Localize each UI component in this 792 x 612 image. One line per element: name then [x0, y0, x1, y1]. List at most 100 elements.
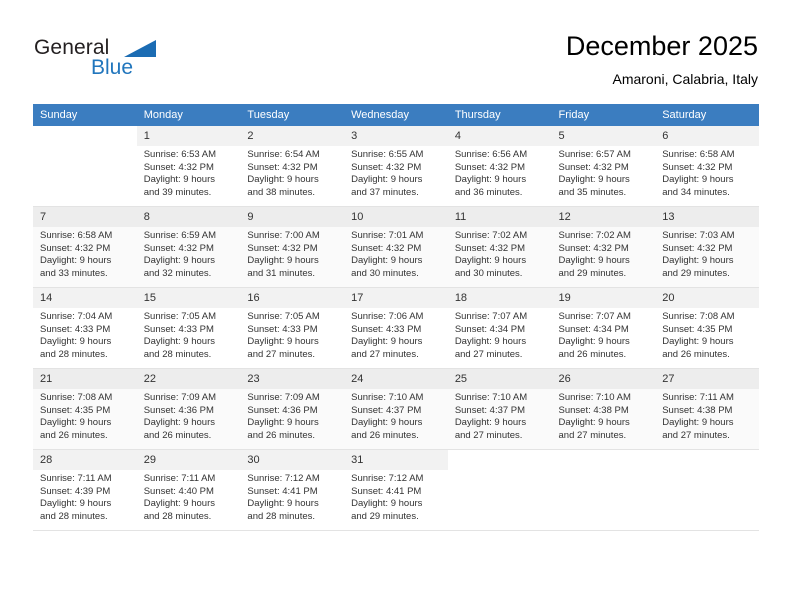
day-cell[interactable]: 9 Sunrise: 7:00 AM Sunset: 4:32 PM Dayli… — [240, 207, 345, 287]
day-cell[interactable]: 4 Sunrise: 6:56 AM Sunset: 4:32 PM Dayli… — [447, 126, 552, 206]
day-cell[interactable]: 15 Sunrise: 7:05 AM Sunset: 4:33 PM Dayl… — [136, 288, 241, 368]
day-info: Sunrise: 7:10 AM Sunset: 4:37 PM Dayligh… — [344, 389, 448, 442]
calendar-cell[interactable]: 13 Sunrise: 7:03 AM Sunset: 4:32 PM Dayl… — [655, 206, 759, 288]
day-number: 2 — [240, 126, 345, 146]
daylight-text-line1: Daylight: 9 hours — [247, 174, 319, 186]
sunrise-text: Sunrise: 7:05 AM — [247, 311, 320, 322]
calendar-cell[interactable]: 12 Sunrise: 7:02 AM Sunset: 4:32 PM Dayl… — [551, 206, 656, 288]
calendar-cell[interactable]: 11 Sunrise: 7:02 AM Sunset: 4:32 PM Dayl… — [447, 206, 552, 288]
day-cell[interactable] — [655, 450, 759, 530]
calendar-cell[interactable] — [447, 449, 552, 531]
day-cell[interactable]: 13 Sunrise: 7:03 AM Sunset: 4:32 PM Dayl… — [655, 207, 759, 287]
calendar-cell[interactable]: 23 Sunrise: 7:09 AM Sunset: 4:36 PM Dayl… — [240, 368, 345, 450]
day-cell[interactable]: 27 Sunrise: 7:11 AM Sunset: 4:38 PM Dayl… — [655, 369, 759, 449]
calendar-cell[interactable]: 3 Sunrise: 6:55 AM Sunset: 4:32 PM Dayli… — [344, 126, 448, 207]
calendar-cell[interactable]: 2 Sunrise: 6:54 AM Sunset: 4:32 PM Dayli… — [240, 126, 345, 207]
day-cell[interactable]: 10 Sunrise: 7:01 AM Sunset: 4:32 PM Dayl… — [344, 207, 448, 287]
brand-logo[interactable]: General Blue — [34, 36, 234, 86]
calendar-cell[interactable]: 14 Sunrise: 7:04 AM Sunset: 4:33 PM Dayl… — [33, 287, 137, 369]
calendar-cell[interactable]: 10 Sunrise: 7:01 AM Sunset: 4:32 PM Dayl… — [344, 206, 448, 288]
daylight-text-line2: and 30 minutes. — [454, 267, 523, 279]
calendar-cell[interactable]: 27 Sunrise: 7:11 AM Sunset: 4:38 PM Dayl… — [655, 368, 759, 450]
day-cell[interactable]: 16 Sunrise: 7:05 AM Sunset: 4:33 PM Dayl… — [240, 288, 345, 368]
day-cell[interactable] — [552, 450, 656, 530]
sunset-text: Sunset: 4:33 PM — [351, 323, 422, 335]
day-cell[interactable]: 5 Sunrise: 6:57 AM Sunset: 4:32 PM Dayli… — [551, 126, 656, 206]
calendar-cell[interactable]: 4 Sunrise: 6:56 AM Sunset: 4:32 PM Dayli… — [447, 126, 552, 207]
calendar-cell[interactable] — [33, 126, 137, 207]
sunset-text: Sunset: 4:38 PM — [558, 404, 629, 416]
day-cell[interactable]: 30 Sunrise: 7:12 AM Sunset: 4:41 PM Dayl… — [240, 450, 345, 530]
sunrise-text: Sunrise: 6:54 AM — [247, 149, 320, 160]
daylight-text-line2: and 36 minutes. — [454, 186, 523, 198]
calendar-cell[interactable]: 6 Sunrise: 6:58 AM Sunset: 4:32 PM Dayli… — [655, 126, 759, 207]
day-cell[interactable] — [33, 126, 137, 206]
calendar-cell[interactable]: 20 Sunrise: 7:08 AM Sunset: 4:35 PM Dayl… — [655, 287, 759, 369]
day-number: 8 — [136, 207, 241, 227]
calendar-cell[interactable]: 24 Sunrise: 7:10 AM Sunset: 4:37 PM Dayl… — [344, 368, 448, 450]
calendar-cell[interactable]: 8 Sunrise: 6:59 AM Sunset: 4:32 PM Dayli… — [136, 206, 241, 288]
page-title: December 2025 — [565, 31, 758, 61]
calendar-cell[interactable]: 19 Sunrise: 7:07 AM Sunset: 4:34 PM Dayl… — [551, 287, 656, 369]
sunrise-text: Sunrise: 7:02 AM — [454, 230, 528, 241]
sunset-text: Sunset: 4:32 PM — [662, 161, 733, 173]
sunrise-text: Sunrise: 7:09 AM — [143, 392, 217, 403]
sunrise-text: Sunrise: 7:12 AM — [247, 473, 320, 484]
sunrise-text: Sunrise: 6:56 AM — [454, 149, 528, 160]
daylight-text-line2: and 33 minutes. — [40, 267, 108, 279]
calendar-cell[interactable]: 31 Sunrise: 7:12 AM Sunset: 4:41 PM Dayl… — [344, 449, 448, 531]
sunset-text: Sunset: 4:34 PM — [558, 323, 629, 335]
day-cell[interactable]: 14 Sunrise: 7:04 AM Sunset: 4:33 PM Dayl… — [33, 288, 137, 368]
day-cell[interactable]: 11 Sunrise: 7:02 AM Sunset: 4:32 PM Dayl… — [447, 207, 552, 287]
calendar-cell[interactable]: 5 Sunrise: 6:57 AM Sunset: 4:32 PM Dayli… — [551, 126, 656, 207]
daylight-text-line1: Daylight: 9 hours — [662, 336, 734, 348]
sunrise-text: Sunrise: 7:03 AM — [662, 230, 735, 241]
day-cell[interactable]: 25 Sunrise: 7:10 AM Sunset: 4:37 PM Dayl… — [447, 369, 552, 449]
day-cell[interactable]: 2 Sunrise: 6:54 AM Sunset: 4:32 PM Dayli… — [240, 126, 345, 206]
calendar-cell[interactable]: 16 Sunrise: 7:05 AM Sunset: 4:33 PM Dayl… — [240, 287, 345, 369]
day-cell[interactable]: 29 Sunrise: 7:11 AM Sunset: 4:40 PM Dayl… — [136, 450, 241, 530]
sunrise-text: Sunrise: 6:58 AM — [662, 149, 735, 160]
day-cell[interactable]: 20 Sunrise: 7:08 AM Sunset: 4:35 PM Dayl… — [655, 288, 759, 368]
day-cell[interactable]: 21 Sunrise: 7:08 AM Sunset: 4:35 PM Dayl… — [33, 369, 137, 449]
calendar-cell[interactable]: 18 Sunrise: 7:07 AM Sunset: 4:34 PM Dayl… — [447, 287, 552, 369]
calendar-cell[interactable]: 22 Sunrise: 7:09 AM Sunset: 4:36 PM Dayl… — [136, 368, 241, 450]
sunset-text: Sunset: 4:32 PM — [558, 161, 629, 173]
calendar-cell[interactable]: 30 Sunrise: 7:12 AM Sunset: 4:41 PM Dayl… — [240, 449, 345, 531]
calendar-cell[interactable]: 21 Sunrise: 7:08 AM Sunset: 4:35 PM Dayl… — [33, 368, 137, 450]
calendar-week-row: 7 Sunrise: 6:58 AM Sunset: 4:32 PM Dayli… — [33, 206, 759, 288]
day-cell[interactable]: 26 Sunrise: 7:10 AM Sunset: 4:38 PM Dayl… — [551, 369, 656, 449]
day-cell[interactable]: 22 Sunrise: 7:09 AM Sunset: 4:36 PM Dayl… — [136, 369, 241, 449]
day-cell[interactable]: 1 Sunrise: 6:53 AM Sunset: 4:32 PM Dayli… — [136, 126, 241, 206]
daylight-text-line2: and 30 minutes. — [351, 267, 419, 279]
day-cell[interactable]: 7 Sunrise: 6:58 AM Sunset: 4:32 PM Dayli… — [33, 207, 137, 287]
day-cell[interactable] — [448, 450, 552, 530]
calendar-cell[interactable]: 7 Sunrise: 6:58 AM Sunset: 4:32 PM Dayli… — [33, 206, 137, 288]
calendar-cell[interactable] — [551, 449, 656, 531]
calendar-cell[interactable]: 25 Sunrise: 7:10 AM Sunset: 4:37 PM Dayl… — [447, 368, 552, 450]
calendar-cell[interactable]: 1 Sunrise: 6:53 AM Sunset: 4:32 PM Dayli… — [136, 126, 241, 207]
calendar-cell[interactable]: 26 Sunrise: 7:10 AM Sunset: 4:38 PM Dayl… — [551, 368, 656, 450]
day-cell[interactable]: 17 Sunrise: 7:06 AM Sunset: 4:33 PM Dayl… — [344, 288, 448, 368]
day-cell[interactable]: 24 Sunrise: 7:10 AM Sunset: 4:37 PM Dayl… — [344, 369, 448, 449]
calendar-cell[interactable]: 29 Sunrise: 7:11 AM Sunset: 4:40 PM Dayl… — [136, 449, 241, 531]
day-cell[interactable]: 28 Sunrise: 7:11 AM Sunset: 4:39 PM Dayl… — [33, 450, 137, 530]
calendar-cell[interactable]: 15 Sunrise: 7:05 AM Sunset: 4:33 PM Dayl… — [136, 287, 241, 369]
day-info: Sunrise: 7:07 AM Sunset: 4:34 PM Dayligh… — [552, 308, 656, 361]
day-info: Sunrise: 7:10 AM Sunset: 4:38 PM Dayligh… — [552, 389, 656, 442]
calendar-cell[interactable]: 9 Sunrise: 7:00 AM Sunset: 4:32 PM Dayli… — [240, 206, 345, 288]
day-cell[interactable]: 31 Sunrise: 7:12 AM Sunset: 4:41 PM Dayl… — [344, 450, 448, 530]
brand-name-blue: Blue — [91, 56, 134, 79]
day-cell[interactable]: 23 Sunrise: 7:09 AM Sunset: 4:36 PM Dayl… — [240, 369, 345, 449]
day-cell[interactable]: 6 Sunrise: 6:58 AM Sunset: 4:32 PM Dayli… — [655, 126, 759, 206]
day-cell[interactable]: 3 Sunrise: 6:55 AM Sunset: 4:32 PM Dayli… — [344, 126, 448, 206]
day-cell[interactable]: 8 Sunrise: 6:59 AM Sunset: 4:32 PM Dayli… — [136, 207, 241, 287]
day-cell[interactable]: 19 Sunrise: 7:07 AM Sunset: 4:34 PM Dayl… — [551, 288, 656, 368]
sunrise-text: Sunrise: 7:07 AM — [454, 311, 528, 322]
day-number: 30 — [240, 450, 345, 470]
day-cell[interactable]: 18 Sunrise: 7:07 AM Sunset: 4:34 PM Dayl… — [447, 288, 552, 368]
calendar-cell[interactable] — [655, 449, 759, 531]
day-cell[interactable]: 12 Sunrise: 7:02 AM Sunset: 4:32 PM Dayl… — [551, 207, 656, 287]
calendar-cell[interactable]: 28 Sunrise: 7:11 AM Sunset: 4:39 PM Dayl… — [33, 449, 137, 531]
calendar-cell[interactable]: 17 Sunrise: 7:06 AM Sunset: 4:33 PM Dayl… — [344, 287, 448, 369]
